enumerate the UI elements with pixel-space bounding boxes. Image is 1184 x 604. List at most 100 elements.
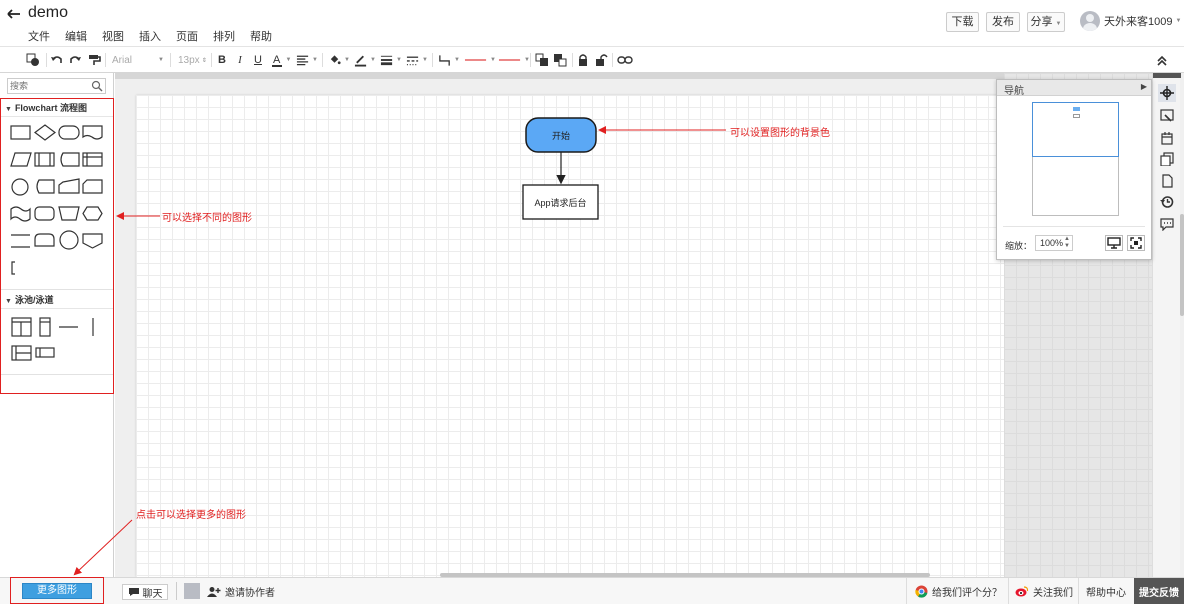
line-width-icon[interactable]: ▼ (380, 52, 402, 68)
share-label: 分享 (1030, 16, 1053, 28)
stepper-icon[interactable]: ▲ ▼ (1064, 236, 1070, 250)
italic-icon[interactable]: I (234, 52, 246, 68)
underline-icon[interactable]: U (252, 52, 264, 68)
help-center-button[interactable]: 帮助中心 (1078, 578, 1134, 604)
copy-icon[interactable] (1158, 150, 1176, 168)
connector-icon[interactable]: ▼ (438, 52, 460, 68)
font-family-select[interactable]: Arial ▼ (112, 52, 164, 68)
shape-bracket[interactable] (11, 261, 15, 275)
more-shapes-button[interactable]: 更多图形 (22, 583, 92, 599)
shape-search[interactable] (7, 78, 106, 94)
group-icon[interactable] (617, 52, 633, 68)
undo-icon[interactable] (50, 52, 64, 68)
font-color-icon[interactable]: A ▼ (270, 52, 292, 68)
send-back-icon[interactable] (553, 52, 567, 68)
shape-preparation[interactable] (82, 206, 103, 221)
line-start-icon[interactable]: ▼ (464, 52, 496, 68)
page-setup-icon[interactable] (1158, 129, 1176, 147)
shape-annotation[interactable] (11, 234, 30, 248)
avatar (1080, 11, 1100, 31)
search-icon[interactable] (91, 80, 103, 92)
shape-decision[interactable] (34, 124, 56, 141)
shape-internal-storage[interactable] (82, 152, 103, 167)
redo-icon[interactable] (68, 52, 82, 68)
download-button[interactable]: 下载 (946, 12, 979, 32)
shape-tape[interactable] (10, 206, 31, 222)
shape-display[interactable] (34, 233, 55, 247)
feedback-button[interactable]: 提交反馈 (1134, 578, 1184, 604)
chevron-down-icon: ▼ (344, 57, 350, 63)
align-icon[interactable]: ▼ (296, 52, 318, 68)
drawing-page[interactable] (136, 95, 1004, 577)
fit-icon (1130, 237, 1142, 249)
lock-icon[interactable] (576, 52, 590, 68)
style-icon[interactable] (24, 52, 42, 68)
vertical-scroll-thumb[interactable] (1180, 214, 1184, 316)
menu-help[interactable]: 帮助 (250, 28, 272, 44)
menu-arrange[interactable]: 排列 (213, 28, 235, 44)
bold-icon[interactable]: B (216, 52, 228, 68)
crosshair-icon[interactable] (1158, 84, 1176, 102)
menu-file[interactable]: 文件 (28, 28, 50, 44)
fill-color-icon[interactable]: ▼ (328, 52, 350, 68)
search-input[interactable] (10, 80, 90, 92)
line-end-icon[interactable]: ▼ (498, 52, 530, 68)
shape-format-icon[interactable] (1158, 107, 1176, 125)
shape-lane[interactable] (39, 317, 51, 337)
back-arrow-icon[interactable] (6, 6, 22, 22)
follow-us-button[interactable]: 关注我们 (1008, 578, 1076, 604)
menu-view[interactable]: 视图 (102, 28, 124, 44)
bottom-bar (0, 577, 1184, 604)
navigator-panel: 导航 ▶ 缩放： 100% ▲ ▼ (996, 79, 1152, 260)
library-header-flowchart[interactable]: ▼ Flowchart 流程图 (1, 99, 113, 117)
shape-document[interactable] (82, 125, 103, 140)
chat-button[interactable]: 聊天 (122, 584, 168, 600)
shape-h-lane[interactable] (35, 347, 55, 358)
fit-to-window-button[interactable] (1127, 235, 1145, 251)
shape-panel: ▼Flowchart 流程图 (0, 73, 114, 577)
shape-data[interactable] (10, 152, 32, 167)
shape-manual-input[interactable] (58, 178, 80, 194)
document-title[interactable]: demo (28, 4, 68, 22)
font-size-stepper[interactable]: 13px ⇕ (178, 52, 208, 68)
user-menu[interactable]: 天外来客1009 ▼ (1080, 11, 1181, 31)
shape-predefined[interactable] (34, 152, 55, 167)
invite-collaborator-button[interactable]: 邀请协作者 (207, 584, 275, 599)
vertical-scrollbar[interactable] (1180, 73, 1184, 577)
collapse-arrow-icon[interactable]: ▶ (1141, 82, 1147, 91)
shape-terminator[interactable] (58, 125, 80, 140)
line-color-icon[interactable]: ▼ (354, 52, 376, 68)
menu-edit[interactable]: 编辑 (65, 28, 87, 44)
chrome-icon (915, 585, 928, 598)
present-button[interactable] (1105, 235, 1123, 251)
shape-offpage[interactable] (82, 233, 103, 249)
format-painter-icon[interactable] (87, 52, 101, 68)
menu-page[interactable]: 页面 (176, 28, 198, 44)
shape-alternate-process[interactable] (34, 206, 55, 221)
triangle-down-icon: ▼ (5, 298, 12, 305)
line-style-icon[interactable]: ▼ (406, 52, 428, 68)
collapse-icon[interactable] (1155, 52, 1169, 68)
shape-circle[interactable] (11, 178, 29, 196)
comment-icon[interactable] (1158, 215, 1176, 233)
flowchart-shapes (10, 124, 103, 275)
library-header-swimlane[interactable]: ▼ 泳池/泳道 (1, 291, 113, 309)
shape-delay[interactable] (36, 179, 55, 194)
bring-front-icon[interactable] (535, 52, 549, 68)
invite-label: 邀请协作者 (225, 588, 275, 599)
shape-card[interactable] (82, 179, 103, 194)
shape-process[interactable] (10, 125, 31, 140)
menu-insert[interactable]: 插入 (139, 28, 161, 44)
unlock-icon[interactable] (594, 52, 608, 68)
shape-stored-data[interactable] (60, 152, 80, 167)
publish-button[interactable]: 发布 (986, 12, 1020, 32)
history-icon[interactable] (1158, 193, 1176, 211)
rate-us-button[interactable]: 给我们评个分？ (906, 578, 1002, 604)
page-icon[interactable] (1158, 172, 1176, 190)
share-button[interactable]: 分享 ▼ (1027, 12, 1065, 32)
zoom-stepper[interactable]: 100% ▲ ▼ (1035, 235, 1073, 251)
shape-connector[interactable] (59, 230, 79, 250)
follow-label: 关注我们 (1033, 587, 1073, 599)
shape-manual-operation[interactable] (58, 206, 80, 221)
navigator-title-bar[interactable]: 导航 ▶ (997, 80, 1151, 97)
